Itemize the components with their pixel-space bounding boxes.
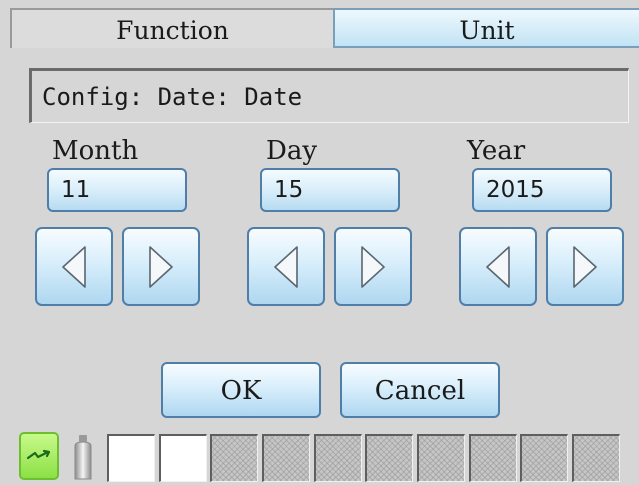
status-slot: [210, 434, 258, 482]
day-label: Day: [266, 136, 318, 166]
status-slot: [159, 434, 207, 482]
tab-unit-label: Unit: [459, 16, 515, 45]
status-slot: [572, 434, 620, 482]
right-triangle-icon: [573, 245, 597, 288]
bottle-icon: [74, 435, 92, 480]
month-label: Month: [52, 136, 139, 166]
status-slot: [262, 434, 310, 482]
month-increment-button[interactable]: [122, 227, 200, 306]
tab-unit[interactable]: Unit: [333, 8, 639, 48]
cancel-button[interactable]: Cancel: [340, 362, 500, 418]
ok-button[interactable]: OK: [161, 362, 321, 418]
right-triangle-icon: [149, 245, 173, 288]
day-value: 15: [260, 168, 400, 212]
status-slot: [417, 434, 465, 482]
sd-card-icon: [19, 432, 59, 480]
month-value: 11: [47, 168, 187, 212]
year-increment-button[interactable]: [546, 227, 624, 306]
month-decrement-button[interactable]: [35, 227, 113, 306]
year-value: 2015: [472, 168, 612, 212]
status-slot: [107, 434, 155, 482]
breadcrumb: Config: Date: Date: [29, 68, 629, 123]
left-triangle-icon: [274, 245, 298, 288]
status-slot: [469, 434, 517, 482]
right-triangle-icon: [361, 245, 385, 288]
status-slot: [520, 434, 568, 482]
day-decrement-button[interactable]: [247, 227, 325, 306]
sd-card-glyph: [26, 449, 51, 460]
tab-function-label: Function: [116, 16, 229, 45]
left-triangle-icon: [62, 245, 86, 288]
status-slot: [314, 434, 362, 482]
status-slot: [365, 434, 413, 482]
tab-function[interactable]: Function: [10, 8, 333, 48]
ok-button-label: OK: [220, 376, 262, 406]
year-decrement-button[interactable]: [459, 227, 537, 306]
left-triangle-icon: [486, 245, 510, 288]
year-label: Year: [467, 136, 526, 166]
cancel-button-label: Cancel: [374, 376, 466, 406]
day-increment-button[interactable]: [334, 227, 412, 306]
